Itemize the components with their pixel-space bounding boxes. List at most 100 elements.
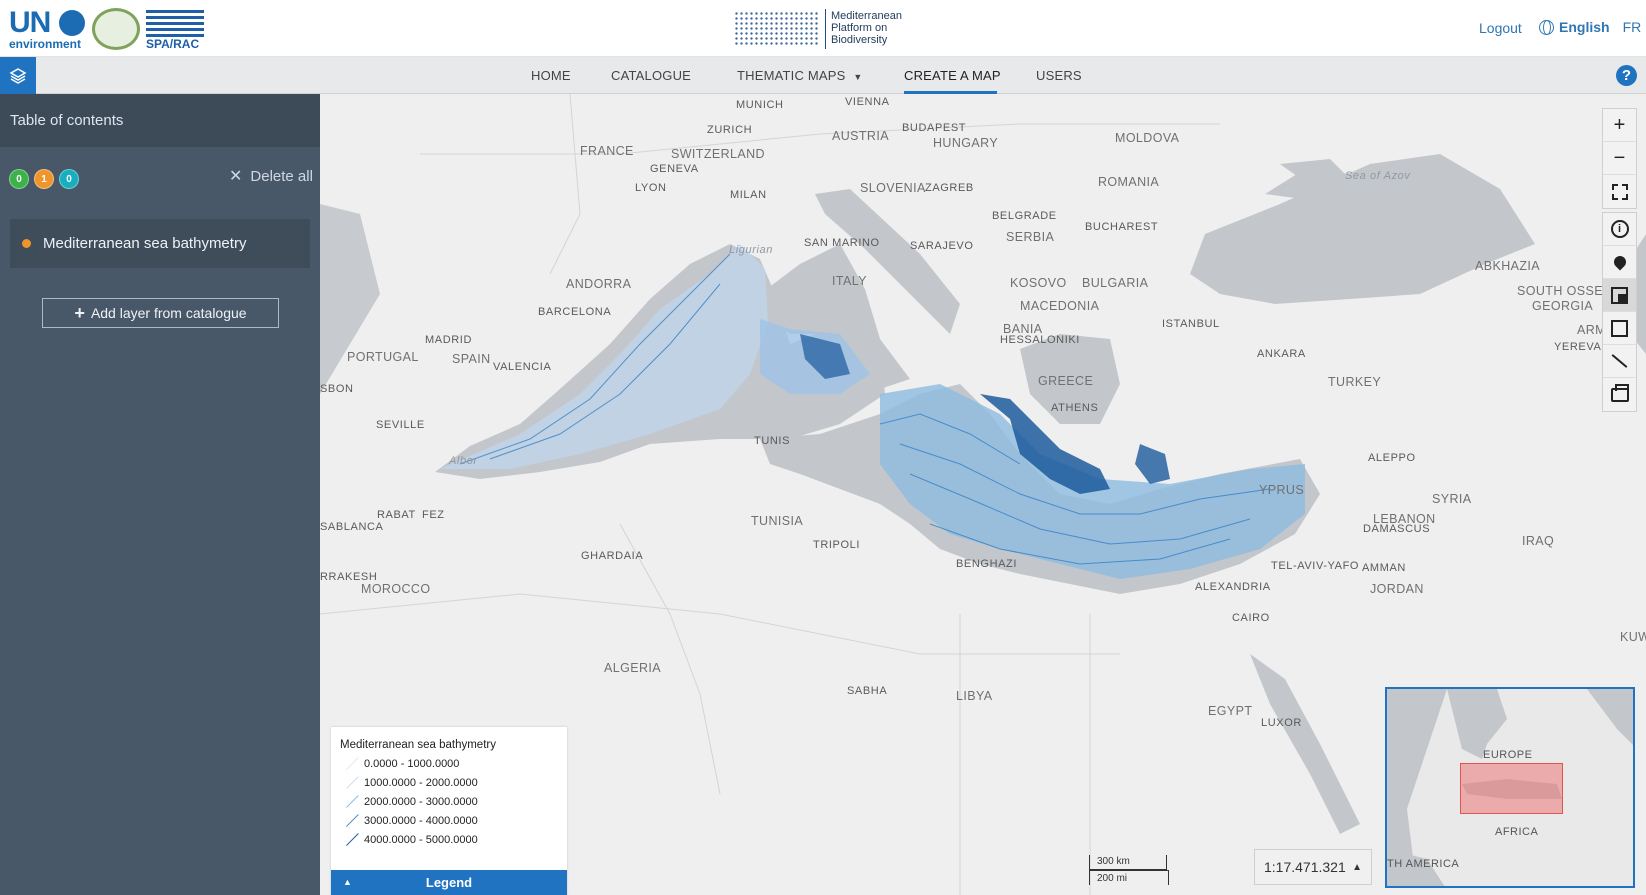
map-label: IRAQ <box>1522 534 1555 548</box>
scale-selector[interactable]: 1:17.471.321 ▲ <box>1254 849 1372 885</box>
main-nav: HOME CATALOGUE THEMATIC MAPS ▼ CREATE A … <box>0 57 1646 94</box>
waves-icon <box>146 7 204 37</box>
print-icon <box>1610 383 1629 402</box>
map-label: EGYPT <box>1208 704 1253 718</box>
legend-row: 3000.0000 - 4000.0000 <box>344 814 478 828</box>
map-label: SAN MARINO <box>804 237 880 249</box>
map-label: BARCELONA <box>538 306 612 318</box>
map-label: HESSALONIKI <box>1000 334 1080 346</box>
caret-up-icon: ▲ <box>1352 862 1362 873</box>
map-label: SBON <box>320 383 354 395</box>
legend-swatch <box>344 814 358 828</box>
map-label: GEORGIA <box>1532 299 1594 313</box>
map-label: ALEXANDRIA <box>1195 581 1271 593</box>
map-label: HUNGARY <box>933 136 999 150</box>
overview-label: TH AMERICA <box>1387 858 1460 870</box>
nav-create-map[interactable]: CREATE A MAP <box>904 68 1001 83</box>
map-label: SLOVENIA <box>860 181 926 195</box>
map-label: ALGERIA <box>604 661 661 675</box>
legend-panel: Mediterranean sea bathymetry 0.0000 - 10… <box>331 727 567 895</box>
map-label: TRIPOLI <box>813 539 860 551</box>
overview-label: EUROPE <box>1483 749 1533 761</box>
layer-status-badges: 0 1 0 <box>9 169 79 189</box>
logout-link[interactable]: Logout <box>1479 20 1522 36</box>
nav-users[interactable]: USERS <box>1036 68 1082 83</box>
map-label: MILAN <box>730 189 767 201</box>
map-label: ZAGREB <box>925 182 974 194</box>
map-label: SEVILLE <box>376 419 425 431</box>
lang-english[interactable]: English <box>1559 19 1610 35</box>
layer-status-dot <box>22 239 31 248</box>
legend-row: 4000.0000 - 5000.0000 <box>344 833 478 847</box>
map-label: RABAT <box>377 509 416 521</box>
add-layer-button[interactable]: + Add layer from catalogue <box>42 298 279 328</box>
map-label: DAMASCUS <box>1363 523 1431 535</box>
legend-swatch <box>344 757 358 771</box>
spa-rac-logo[interactable]: SPA/RAC <box>146 7 204 51</box>
map-label: KUW <box>1620 630 1646 644</box>
current-extent-box[interactable] <box>1460 763 1563 814</box>
map-label: ZURICH <box>707 124 753 136</box>
un-globe-icon <box>59 10 85 36</box>
info-icon: i <box>1610 220 1629 238</box>
nav-home[interactable]: HOME <box>531 68 571 83</box>
map-label: SABLANCA <box>320 521 384 533</box>
legend-row: 0.0000 - 1000.0000 <box>344 757 459 771</box>
map-label: AUSTRIA <box>832 129 889 143</box>
legend-swatch <box>344 795 358 809</box>
overview-map-icon <box>1611 286 1628 304</box>
close-icon: ✕ <box>229 168 243 185</box>
legend-row: 1000.0000 - 2000.0000 <box>344 776 478 790</box>
zoom-in-button[interactable]: + <box>1603 109 1636 142</box>
map-canvas[interactable]: MUNICH VIENNA ZURICH AUSTRIA BUDAPEST HU… <box>320 94 1646 895</box>
map-label: GHARDAIA <box>581 550 644 562</box>
map-label: SARAJEVO <box>910 240 974 252</box>
caret-down-icon: ▼ <box>853 72 863 82</box>
map-label: CAIRO <box>1232 612 1270 624</box>
nav-catalogue[interactable]: CATALOGUE <box>611 68 691 83</box>
plus-icon: + <box>74 302 85 323</box>
map-label: Albor <box>449 455 478 467</box>
map-label: ANKARA <box>1257 348 1306 360</box>
map-label: TUNISIA <box>751 514 804 528</box>
legend-row: 2000.0000 - 3000.0000 <box>344 795 478 809</box>
badge-green[interactable]: 0 <box>9 169 29 189</box>
delete-all-button[interactable]: ✕ Delete all <box>229 166 313 186</box>
info-tool-button[interactable]: i <box>1603 213 1636 246</box>
help-button[interactable]: ? <box>1616 65 1637 86</box>
layer-item[interactable]: Mediterranean sea bathymetry <box>10 219 310 268</box>
map-label: Sea of Azov <box>1345 170 1411 182</box>
top-header: UN environment SPA/RAC Mediterranean Pla… <box>0 0 1646 57</box>
badge-teal[interactable]: 0 <box>59 169 79 189</box>
pin-tool-button[interactable] <box>1603 246 1636 279</box>
overview-map[interactable]: EUROPE AFRICA TH AMERICA <box>1385 687 1635 888</box>
area-icon <box>1611 319 1628 337</box>
un-environment-logo[interactable]: UN environment <box>9 8 85 50</box>
map-label: SPAIN <box>452 352 491 366</box>
legend-swatch <box>344 776 358 790</box>
map-label: BUCHAREST <box>1085 221 1159 233</box>
map-label: BENGHAZI <box>956 558 1018 570</box>
print-button[interactable] <box>1603 378 1636 411</box>
language-switcher: English FR <box>1539 19 1641 35</box>
map-label: GREECE <box>1038 374 1094 388</box>
map-label: ATHENS <box>1051 402 1099 414</box>
map-label: LUXOR <box>1261 717 1302 729</box>
fullscreen-button[interactable] <box>1603 175 1636 208</box>
layers-toggle-button[interactable] <box>0 57 36 94</box>
nav-thematic-maps[interactable]: THEMATIC MAPS ▼ <box>737 68 862 83</box>
map-label: MOROCCO <box>361 582 431 596</box>
badge-orange[interactable]: 1 <box>34 169 54 189</box>
measure-distance-button[interactable] <box>1603 345 1636 378</box>
map-label: VALENCIA <box>493 361 552 373</box>
platform-brand[interactable]: Mediterranean Platform on Biodiversity <box>734 9 914 49</box>
measure-area-button[interactable] <box>1603 312 1636 345</box>
overview-toggle-button[interactable] <box>1603 279 1636 312</box>
legend-swatch <box>344 833 358 847</box>
map-label: FEZ <box>422 509 445 521</box>
legend-toggle-button[interactable]: ▲ Legend <box>331 870 567 895</box>
map-logo[interactable] <box>92 8 140 50</box>
lang-fr[interactable]: FR <box>1623 19 1642 35</box>
map-label: BUDAPEST <box>902 122 967 134</box>
zoom-out-button[interactable]: − <box>1603 142 1636 175</box>
